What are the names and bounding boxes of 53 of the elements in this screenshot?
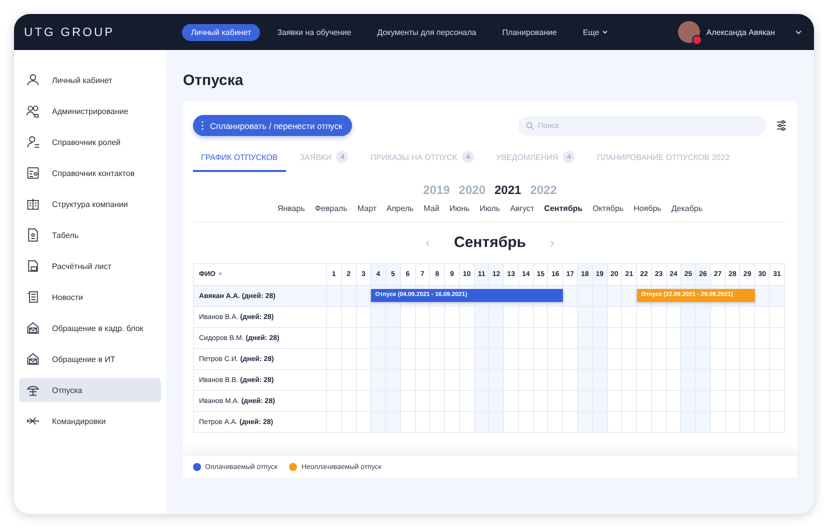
nav-link[interactable]: Планирование xyxy=(493,24,566,40)
page-title: Отпуска xyxy=(183,72,244,89)
menu-item-icon xyxy=(26,352,40,366)
month-tab[interactable]: Декабрь xyxy=(671,204,703,213)
user-name: Александа Авякан xyxy=(706,28,775,36)
sidebar-item[interactable]: Обращение в кадр. блок xyxy=(19,316,161,340)
sidebar-item[interactable]: Обращение в ИТ xyxy=(19,347,161,371)
month-tab[interactable]: Июнь xyxy=(449,204,470,213)
nav-link[interactable]: Заявки на обучение xyxy=(268,24,360,40)
menu-item-icon xyxy=(26,104,40,118)
sidebar-item[interactable]: Табель xyxy=(19,223,161,247)
menu-item-icon xyxy=(26,73,40,87)
sidebar-item[interactable]: Отпуска xyxy=(19,378,161,402)
month-tab[interactable]: Сентябрь xyxy=(544,204,583,213)
sidebar-item[interactable]: Справочник контактов xyxy=(19,161,161,185)
nav-link[interactable]: Личный кабинет xyxy=(182,24,260,40)
year-tab[interactable]: 2021 xyxy=(494,183,522,197)
nav-link[interactable]: Еще xyxy=(574,24,618,40)
menu-item-icon xyxy=(26,259,40,273)
month-tab[interactable]: Март xyxy=(357,204,377,213)
menu-item-icon xyxy=(26,166,40,180)
month-title: Сентябрь xyxy=(454,234,526,251)
tab[interactable]: ГРАФИК ОТПУСКОВ xyxy=(193,146,286,172)
filter-icon[interactable] xyxy=(776,120,787,131)
month-tab[interactable]: Февраль xyxy=(314,204,348,213)
menu-item-icon xyxy=(26,414,40,428)
sidebar-item[interactable]: Администрирование xyxy=(19,99,161,123)
month-tab[interactable]: Октябрь xyxy=(592,204,624,213)
menu-item-icon xyxy=(26,228,40,242)
avatar[interactable] xyxy=(678,21,700,43)
nav-link[interactable]: Документы для персонала xyxy=(368,24,486,40)
menu-item-icon xyxy=(26,197,40,211)
menu-item-icon xyxy=(26,290,40,304)
sidebar-item[interactable]: Справочник ролей xyxy=(19,130,161,154)
month-tab[interactable]: Август xyxy=(510,204,534,213)
sidebar-item[interactable]: Структура компании xyxy=(19,192,161,216)
sidebar-item[interactable]: Новости xyxy=(19,285,161,309)
month-tab[interactable]: Апрель xyxy=(386,204,414,213)
plan-vacation-button[interactable]: Спланировать / перенести отпуск xyxy=(193,115,352,136)
month-tab[interactable]: Июль xyxy=(480,204,500,213)
month-tab[interactable]: Ноябрь xyxy=(634,204,662,213)
search-icon xyxy=(526,122,534,130)
sidebar-item[interactable]: Командировки xyxy=(19,409,161,433)
menu-item-icon xyxy=(26,321,40,335)
sidebar-item[interactable]: Расчётный лист xyxy=(19,254,161,278)
menu-item-icon xyxy=(26,383,40,397)
logo: UTG GROUP xyxy=(24,25,116,39)
menu-item-icon xyxy=(26,135,40,149)
month-tab[interactable]: Май xyxy=(424,204,440,213)
sidebar-item[interactable]: Личный кабинет xyxy=(19,68,161,92)
month-tab[interactable]: Январь xyxy=(277,204,305,213)
chevron-icon[interactable] xyxy=(795,30,802,34)
dots-icon xyxy=(201,121,204,130)
